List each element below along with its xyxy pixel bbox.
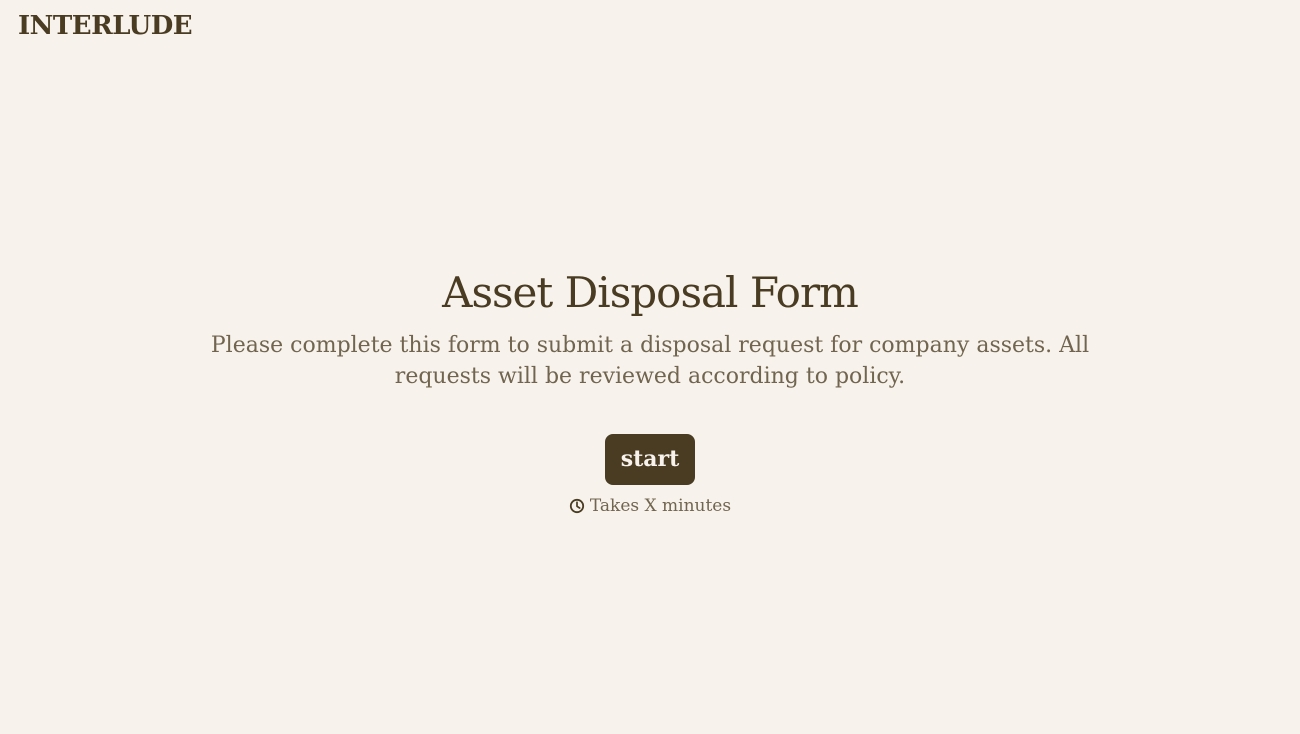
page-title: Asset Disposal Form <box>442 268 859 317</box>
duration-text: Takes X minutes <box>589 496 732 516</box>
start-button[interactable]: start <box>605 434 695 485</box>
form-description: Please complete this form to submit a di… <box>210 333 1090 389</box>
clock-icon <box>569 498 585 514</box>
brand-logo: INTERLUDE <box>18 11 193 41</box>
estimated-duration: Takes X minutes <box>0 495 1300 517</box>
form-intro: Asset Disposal Form Please complete this… <box>0 264 1300 517</box>
